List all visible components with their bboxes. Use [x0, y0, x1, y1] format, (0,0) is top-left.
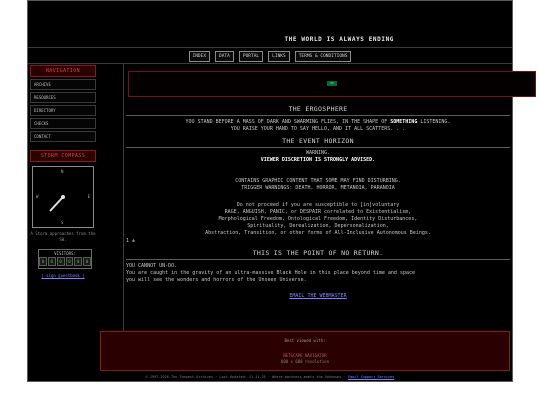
sidebar-item-resources[interactable]: RESOURCES	[30, 92, 96, 103]
support-link[interactable]: Email Support Services	[348, 375, 394, 379]
visitor-digit: 0	[56, 257, 65, 266]
copyright-text: © 1997-2026 The Tempest Archives · Last …	[145, 375, 346, 379]
nav-portal[interactable]: PORTAL	[238, 51, 264, 62]
page-frame: THE WORLD IS ALWAYS ENDING INDEX DATA PO…	[27, 0, 536, 382]
trigger-warnings-text: TRIGGER WARNINGS: DEATH, HORROR, METANOI…	[241, 185, 395, 191]
bottom-bar: © 1997-2026 The Tempest Archives · Last …	[28, 375, 512, 379]
nav-links[interactable]: LINKS	[268, 51, 290, 62]
guestbook-link[interactable]: | sign guestbook |	[30, 273, 96, 278]
storm-compass-heading: STORM COMPASS	[30, 150, 96, 162]
main-content: OK THE ERGOSPHERE YOU STAND BEFORE A MAS…	[126, 65, 536, 300]
top-nav: INDEX DATA PORTAL LINKS TERMS & CONDITIO…	[28, 51, 512, 62]
viewer-discretion-text: VIEWER DISCRETION IS STRONGLY ADVISED.	[260, 157, 376, 163]
proceed-line: Morphological Freedom, Ontological Freed…	[218, 216, 418, 222]
caught-text-line2: you will see the wonders and horrors of …	[126, 277, 307, 283]
ergosphere-text-line1: YOU STAND BEFORE A MASS OF DARK AND SWAR…	[185, 119, 451, 125]
undo-text: YOU CANNOT UN-DO.	[126, 263, 178, 269]
top-banner: OK	[128, 71, 536, 97]
nav-terms[interactable]: TERMS & CONDITIONS	[294, 51, 352, 62]
visitor-digit: 0	[47, 257, 56, 266]
proceed-line: Abstraction, Transition, or other forms …	[205, 230, 431, 236]
caught-text-line1: You are caught in the gravity of an ultr…	[126, 270, 415, 276]
no-return-title: THIS IS THE POINT OF NO RETURN.	[252, 249, 384, 257]
resolution-text: 800 x 600 resolution	[280, 359, 330, 364]
browser-name-text: NETSCAPE NAVIGATOR	[283, 353, 327, 358]
content-warning-text: CONTAINS GRAPHIC CONTENT THAT SOME MAY F…	[235, 178, 401, 184]
header-divider	[28, 47, 512, 48]
sidebar-item-contact[interactable]: CONTACT	[30, 131, 96, 142]
proceed-line: Do not proceed if you are susceptible to…	[236, 202, 400, 208]
visitor-counter: VISITORS: 0 0 0 0 0 0	[38, 249, 92, 269]
visitor-digit: 0	[65, 257, 74, 266]
ergosphere-text-line2: YOU RAISE YOUR HAND TO SAY HELLO, AND IT…	[230, 126, 406, 132]
proceed-line: Spirituality, Derealization, Depersonali…	[247, 223, 389, 229]
nav-divider	[28, 63, 512, 64]
proceed-line: RAGE, ANGUISH, PANIC, or DESPAIR correla…	[224, 209, 412, 215]
sidebar-item-directory[interactable]: DIRECTORY	[30, 105, 96, 116]
visitor-digit: 0	[39, 257, 47, 266]
navigation-heading: NAVIGATION	[30, 65, 96, 77]
compass-needle-icon	[49, 195, 65, 212]
section-divider	[126, 115, 510, 116]
status-badge: OK	[327, 81, 337, 86]
email-webmaster-link[interactable]: EMAIL THE WEBMASTER	[126, 293, 510, 300]
footer-banner: Best viewed with: NETSCAPE NAVIGATOR 800…	[100, 331, 510, 371]
best-viewed-text: Best viewed with:	[284, 338, 326, 343]
site-title: THE WORLD IS ALWAYS ENDING	[284, 36, 394, 43]
sidebar: NAVIGATION ARCHIVE RESOURCES DIRECTORY C…	[30, 65, 96, 278]
warning-text: WARNING.	[305, 150, 331, 156]
visitors-label: VISITORS:	[54, 251, 76, 256]
ergosphere-title: THE ERGOSPHERE	[288, 105, 348, 113]
visitor-digit: 0	[83, 257, 91, 266]
marker-text: 1 ±	[126, 238, 136, 244]
event-horizon-title: THE EVENT HORIZON	[282, 137, 354, 145]
visitor-digits: 0 0 0 0 0 0	[39, 257, 91, 266]
section-divider	[126, 259, 510, 260]
storm-caption: A Storm approaches from the SW.	[30, 231, 96, 242]
something-emphasis: SOMETHING	[390, 119, 418, 125]
storm-compass-clock: N E S W	[32, 166, 94, 228]
sidebar-item-archive[interactable]: ARCHIVE	[30, 79, 96, 90]
visitor-digit: 0	[74, 257, 83, 266]
sidebar-divider	[123, 63, 124, 371]
sidebar-item-checks[interactable]: CHECKS	[30, 118, 96, 129]
nav-data[interactable]: DATA	[215, 51, 234, 62]
section-divider	[126, 147, 510, 148]
nav-index[interactable]: INDEX	[188, 51, 211, 62]
